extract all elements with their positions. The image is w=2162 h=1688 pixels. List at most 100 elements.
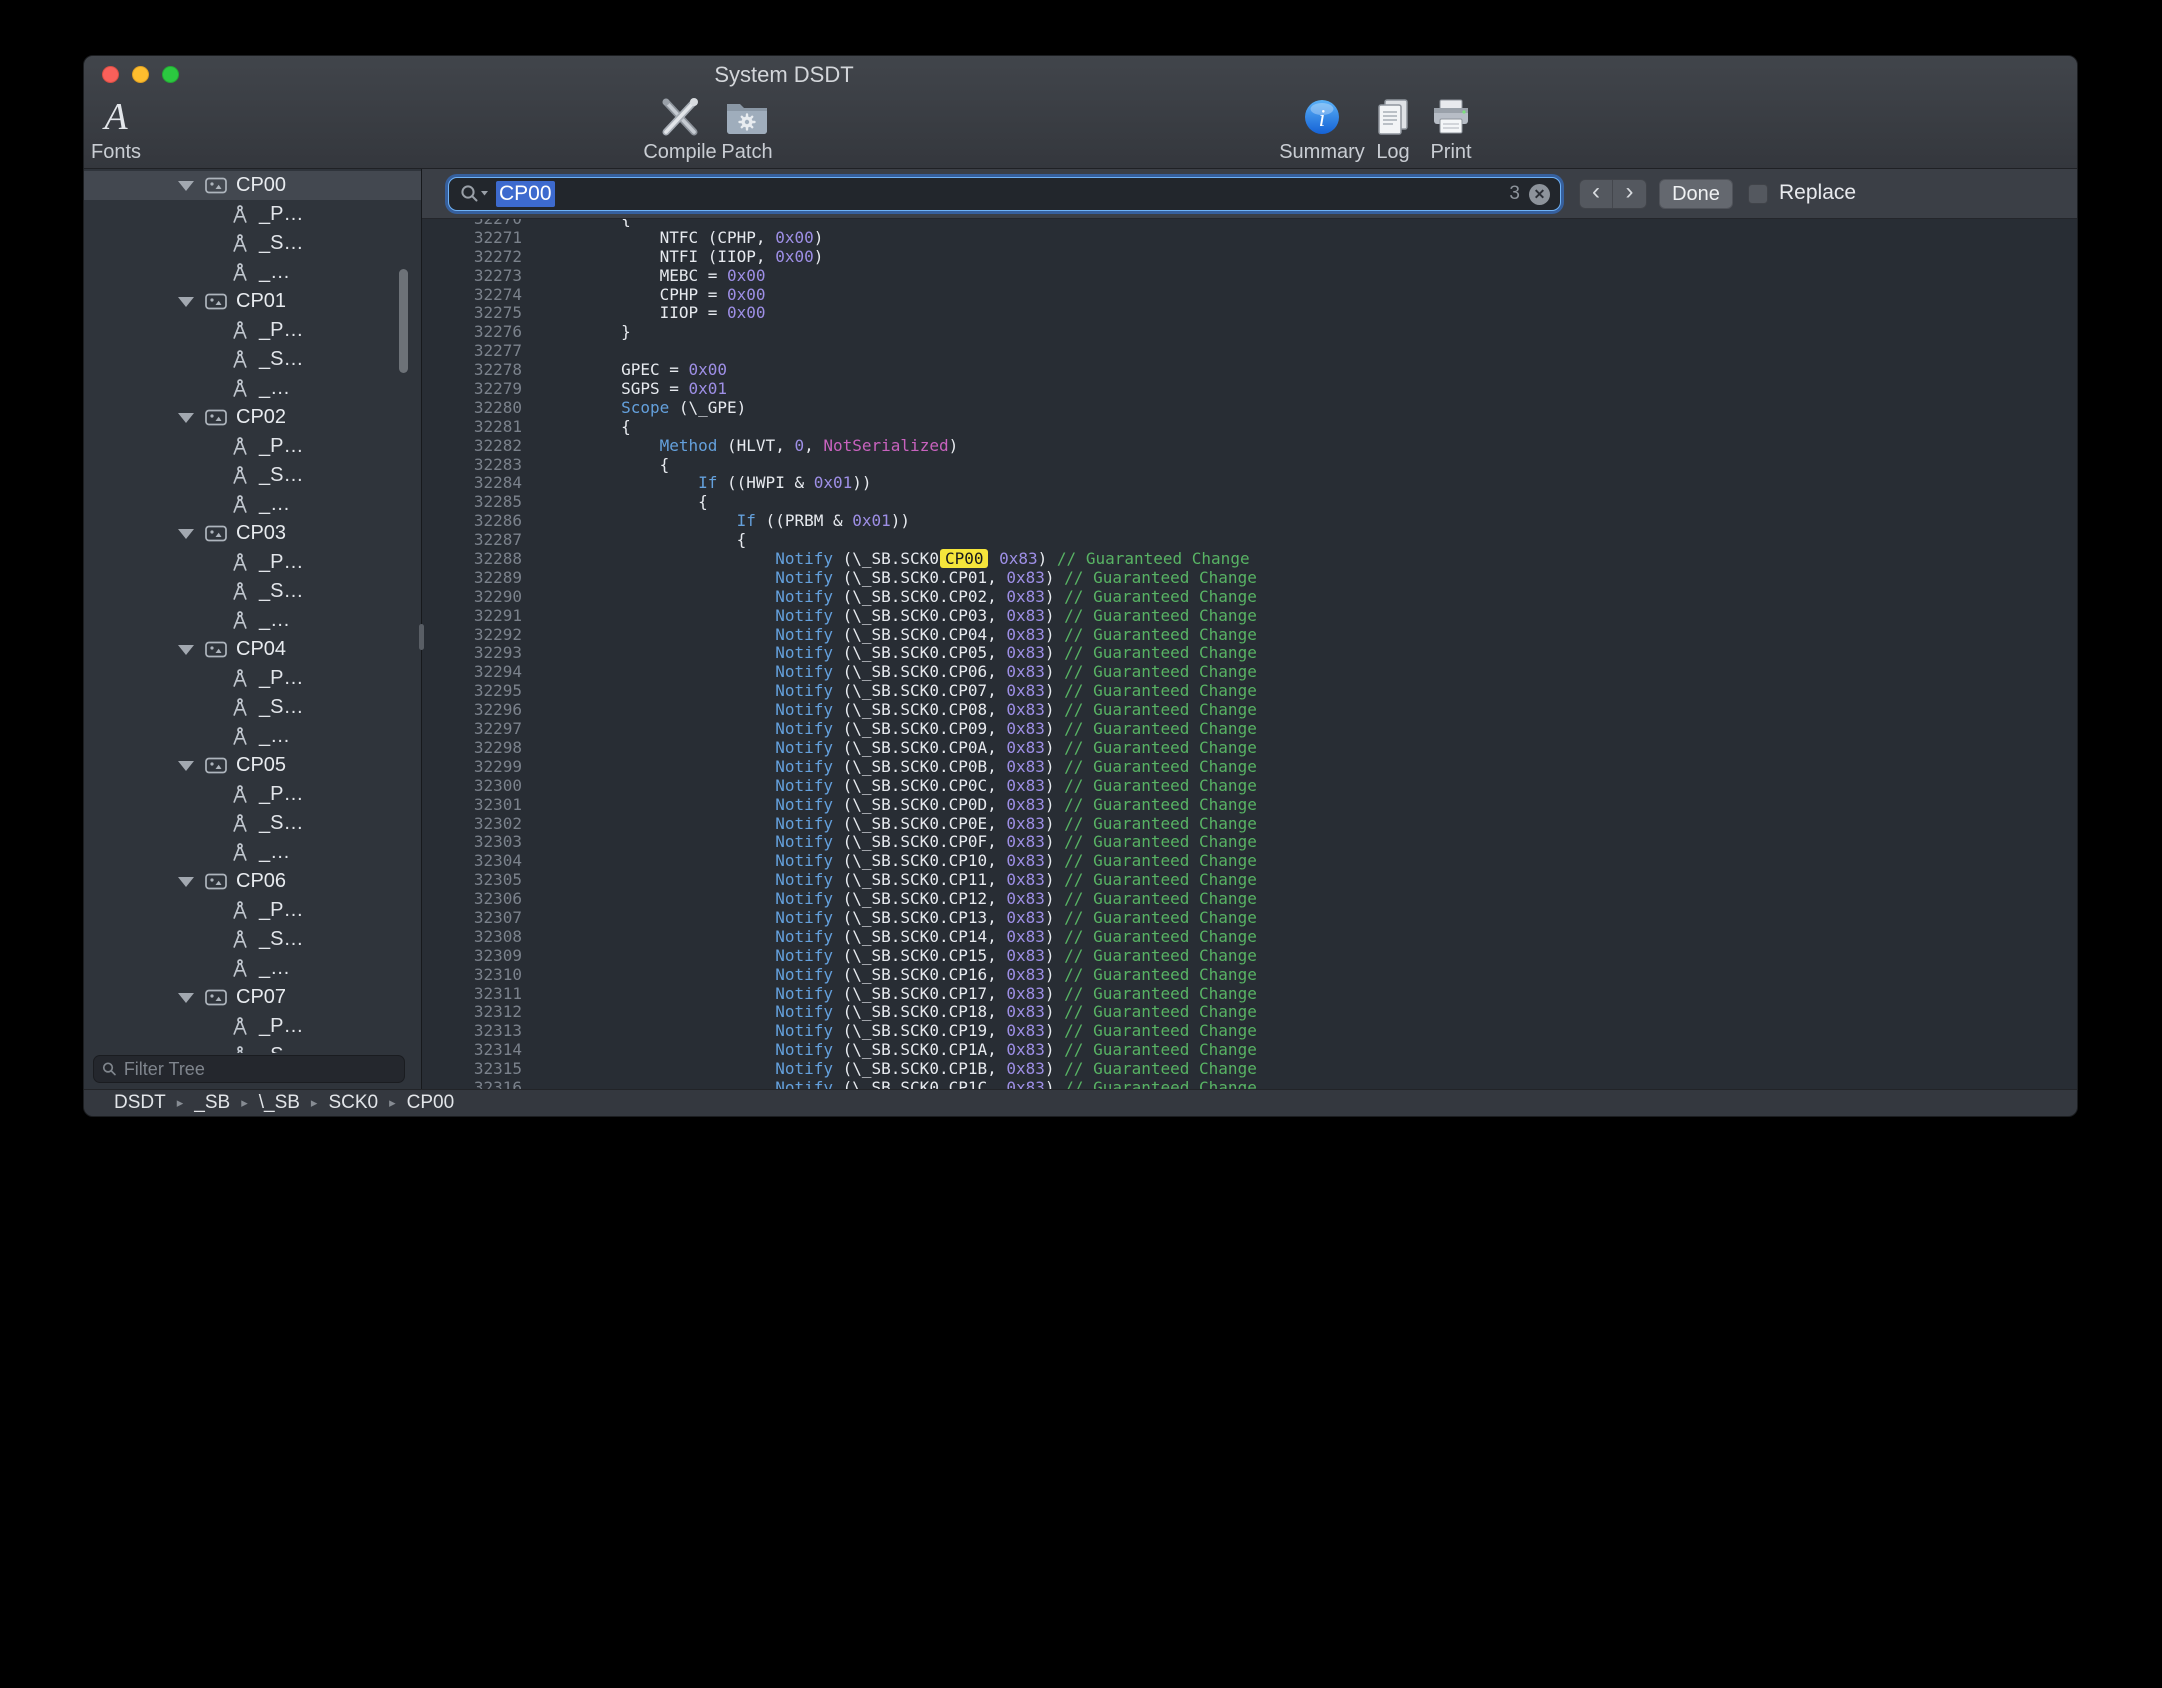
code-line: 32314 Notify (\_SB.SCK0.CP1A, 0x83) // G… <box>422 1041 2077 1060</box>
sidebar-item-child[interactable]: _S… <box>84 229 421 258</box>
search-menu-icon[interactable] <box>459 184 491 204</box>
code-text: Notify (\_SB.SCK0.CP11, 0x83) // Guarant… <box>544 871 1257 890</box>
code-line: 32297 Notify (\_SB.SCK0.CP09, 0x83) // G… <box>422 720 2077 739</box>
sidebar-item-child[interactable]: _… <box>84 606 421 635</box>
line-number: 32274 <box>422 286 522 305</box>
sidebar-item-cp04[interactable]: CP04 <box>84 635 421 664</box>
sidebar-item-child[interactable]: _… <box>84 258 421 287</box>
tree-item-label: CP01 <box>236 290 286 313</box>
method-icon <box>230 958 250 979</box>
sidebar-item-cp05[interactable]: CP05 <box>84 751 421 780</box>
line-number: 32313 <box>422 1022 522 1041</box>
line-number: 32311 <box>422 985 522 1004</box>
match-count: 3 <box>1509 183 1520 205</box>
window-title: System DSDT <box>644 62 924 88</box>
code-text: If ((PRBM & 0x01)) <box>544 512 910 531</box>
close-window-button[interactable] <box>102 66 119 83</box>
find-input[interactable]: CP00 3 ✕ <box>448 177 1561 211</box>
sidebar-item-child[interactable]: _S… <box>84 693 421 722</box>
disclosure-triangle-icon[interactable] <box>178 413 194 423</box>
breadcrumb-item[interactable]: DSDT <box>114 1092 166 1114</box>
filter-field[interactable] <box>93 1055 405 1083</box>
disclosure-triangle-icon[interactable] <box>178 645 194 655</box>
tree-item-label: _P… <box>259 551 303 574</box>
breadcrumb-item[interactable]: \_SB <box>259 1092 300 1114</box>
patch-button[interactable]: Patch <box>703 94 791 164</box>
disclosure-triangle-icon[interactable] <box>178 297 194 307</box>
sidebar-item-child[interactable]: _P… <box>84 780 421 809</box>
minimize-window-button[interactable] <box>132 66 149 83</box>
sidebar-item-cp03[interactable]: CP03 <box>84 519 421 548</box>
sidebar-item-cp06[interactable]: CP06 <box>84 867 421 896</box>
filter-tree-input[interactable] <box>124 1059 396 1080</box>
sidebar-scrollbar[interactable] <box>399 269 408 373</box>
sidebar-item-child[interactable]: _… <box>84 838 421 867</box>
tree-item-label: _… <box>259 841 290 864</box>
fonts-button[interactable]: A Fonts <box>84 94 148 164</box>
titlebar[interactable]: System DSDT <box>84 56 2077 92</box>
device-icon <box>205 641 227 658</box>
sidebar-item-child[interactable]: _P… <box>84 548 421 577</box>
tree-item-label: _P… <box>259 899 303 922</box>
content-area: CP00_P…_S…_…CP01_P…_S…_…CP02_P…_S…_…CP03… <box>84 169 2077 1089</box>
code-text: Notify (\_SB.SCK0.CP04, 0x83) // Guarant… <box>544 626 1257 645</box>
filter-bar <box>84 1053 421 1089</box>
line-number: 32306 <box>422 890 522 909</box>
zoom-window-button[interactable] <box>162 66 179 83</box>
tree-item-label: CP04 <box>236 638 286 661</box>
sidebar-item-cp02[interactable]: CP02 <box>84 403 421 432</box>
clear-search-button[interactable]: ✕ <box>1529 184 1550 205</box>
disclosure-triangle-icon[interactable] <box>178 761 194 771</box>
code-line: 32302 Notify (\_SB.SCK0.CP0E, 0x83) // G… <box>422 815 2077 834</box>
code-text: { <box>544 531 746 550</box>
disclosure-triangle-icon[interactable] <box>178 529 194 539</box>
code-text: Notify (\_SB.SCK0.CP0A, 0x83) // Guarant… <box>544 739 1257 758</box>
replace-checkbox[interactable] <box>1748 184 1768 204</box>
sidebar-item-child[interactable]: _S… <box>84 461 421 490</box>
code-line: 32288 Notify (\_SB.SCK0CP00 0x83) // Gua… <box>422 550 2077 569</box>
sidebar-item-child[interactable]: _P… <box>84 432 421 461</box>
sidebar-item-child[interactable]: _P… <box>84 896 421 925</box>
patch-label: Patch <box>721 141 772 164</box>
code-text: SGPS = 0x01 <box>544 380 727 399</box>
device-icon <box>205 293 227 310</box>
compile-icon <box>657 94 703 140</box>
disclosure-triangle-icon[interactable] <box>178 877 194 887</box>
find-previous-button[interactable]: ‹ <box>1580 180 1613 208</box>
breadcrumb-item[interactable]: SCK0 <box>328 1092 378 1114</box>
disclosure-triangle-icon[interactable] <box>178 181 194 191</box>
sidebar-item-child[interactable]: _… <box>84 490 421 519</box>
sidebar-item-child[interactable]: _S… <box>84 925 421 954</box>
sidebar-item-child[interactable]: _P… <box>84 316 421 345</box>
breadcrumb-item[interactable]: CP00 <box>407 1092 455 1114</box>
tree-item-label: _… <box>259 725 290 748</box>
line-number: 32278 <box>422 361 522 380</box>
print-button[interactable]: Print <box>1415 94 1487 164</box>
done-button[interactable]: Done <box>1659 179 1733 209</box>
sidebar-item-child[interactable]: _S… <box>84 345 421 374</box>
summary-button[interactable]: i Summary <box>1275 94 1369 164</box>
disclosure-triangle-icon[interactable] <box>178 993 194 1003</box>
line-number: 32292 <box>422 626 522 645</box>
sidebar-item-cp07[interactable]: CP07 <box>84 983 421 1012</box>
sidebar-item-child[interactable]: _S… <box>84 809 421 838</box>
code-line: 32296 Notify (\_SB.SCK0.CP08, 0x83) // G… <box>422 701 2077 720</box>
sidebar-item-child[interactable]: _… <box>84 374 421 403</box>
find-next-button[interactable]: › <box>1613 180 1646 208</box>
search-match-highlight: CP00 <box>940 549 989 568</box>
line-number: 32273 <box>422 267 522 286</box>
sidebar-item-child[interactable]: _P… <box>84 200 421 229</box>
sidebar-item-child[interactable]: _S… <box>84 577 421 606</box>
sidebar-item-child[interactable]: _… <box>84 954 421 983</box>
sidebar-item-child[interactable]: _P… <box>84 664 421 693</box>
sidebar-item-cp00[interactable]: CP00 <box>84 171 421 200</box>
sidebar-item-child[interactable]: _P… <box>84 1012 421 1041</box>
breadcrumb-item[interactable]: _SB <box>194 1092 230 1114</box>
sidebar-item-child[interactable]: _… <box>84 722 421 751</box>
sidebar-item-cp01[interactable]: CP01 <box>84 287 421 316</box>
tree-item-label: _S… <box>259 696 303 719</box>
code-line: 32287 { <box>422 531 2077 550</box>
sidebar-tree: CP00_P…_S…_…CP01_P…_S…_…CP02_P…_S…_…CP03… <box>84 169 421 1089</box>
tree-item-label: _S… <box>259 232 303 255</box>
code-editor[interactable]: 32270 {32271 NTFC (CPHP, 0x00)32272 NTFI… <box>422 219 2077 1089</box>
